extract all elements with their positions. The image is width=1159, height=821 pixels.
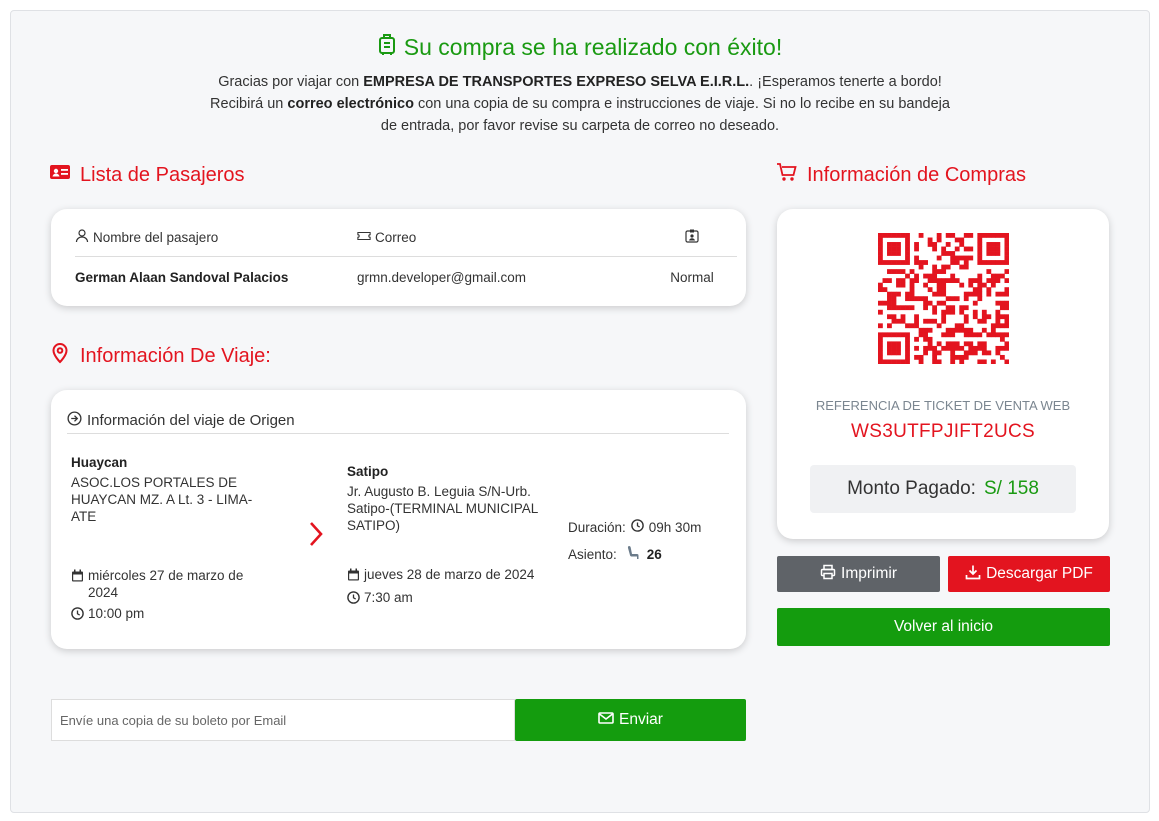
company-name: EMPRESA DE TRANSPORTES EXPRESO SELVA E.I… (363, 74, 750, 90)
calendar-icon (347, 566, 360, 585)
send-email-button[interactable]: Enviar (515, 699, 746, 741)
success-title: Su compra se ha realizado con éxito! (11, 33, 1149, 61)
destination-time: 7:30 am (347, 589, 557, 608)
calendar-icon (71, 567, 84, 586)
destination-date: jueves 28 de marzo de 2024 (347, 566, 557, 585)
qr-code (878, 233, 1009, 364)
amount-value: S/ 158 (983, 478, 1039, 499)
clock-icon (347, 589, 360, 608)
luggage-icon (378, 33, 396, 61)
duration-label: Duración: (568, 519, 626, 535)
passenger-email: grmn.developer@gmail.com (357, 269, 527, 285)
duration-value: 09h 30m (648, 519, 702, 535)
passengers-table: Nombre del pasajero Correo German Alaan … (75, 227, 737, 297)
cart-icon (776, 161, 798, 189)
origin-city: Huaycan (71, 455, 128, 470)
origin-info: Huaycan ASOC.LOS PORTALES DE HUAYCAN MZ.… (71, 454, 271, 624)
col-email-header: Correo (375, 230, 417, 245)
destination-city: Satipo (347, 464, 389, 479)
col-name-header: Nombre del pasajero (93, 230, 219, 245)
print-label: Imprimir (841, 565, 897, 582)
passengers-card: Nombre del pasajero Correo German Alaan … (51, 209, 746, 306)
origin-date: miércoles 27 de marzo de 2024 (71, 567, 271, 601)
envelope-icon (598, 710, 614, 731)
trip-card: Información del viaje de Origen Huaycan … (51, 390, 746, 649)
printer-icon (820, 564, 836, 585)
download-pdf-button[interactable]: Descargar PDF (948, 556, 1110, 592)
purchase-card: REFERENCIA DE TICKET DE VENTA WEB WS3UTF… (777, 209, 1109, 539)
ticket-ref-code: WS3UTFPJIFT2UCS (851, 421, 1035, 442)
clock-icon (71, 605, 84, 624)
chevron-right-icon (307, 520, 325, 553)
table-row: German Alaan Sandoval Palacios grmn.deve… (75, 257, 737, 297)
id-card-icon (49, 161, 71, 189)
purchase-title: Información de Compras (776, 161, 1026, 189)
passengers-title: Lista de Pasajeros (49, 161, 245, 189)
pdf-label: Descargar PDF (986, 565, 1093, 582)
home-label: Volver al inicio (893, 618, 994, 635)
seat-value: 26 (646, 547, 662, 562)
print-button[interactable]: Imprimir (777, 556, 940, 592)
duration-info: Duración: 09h 30m (568, 519, 701, 535)
amount-paid: Monto Pagado: S/ 158 (810, 465, 1076, 513)
passenger-type: Normal (670, 269, 714, 285)
passenger-name: German Alaan Sandoval Palacios (75, 269, 289, 285)
badge-icon (685, 229, 699, 246)
user-icon (75, 229, 89, 246)
email-input[interactable] (51, 699, 515, 741)
seat-info: Asiento: 26 (568, 545, 662, 564)
download-icon (965, 564, 981, 585)
destination-info: Satipo Jr. Augusto B. Leguia S/N-Urb. Sa… (347, 463, 557, 608)
trip-subtitle: Información del viaje de Origen (67, 408, 729, 434)
location-pin-icon (49, 342, 71, 370)
amount-label: Monto Pagado: (847, 478, 976, 499)
success-header: Su compra se ha realizado con éxito! Gra… (11, 33, 1149, 137)
seat-label: Asiento: (568, 547, 617, 562)
trip-title: Información De Viaje: (49, 342, 271, 370)
clock-icon (630, 519, 644, 535)
table-header: Nombre del pasajero Correo (75, 227, 737, 257)
origin-address: ASOC.LOS PORTALES DE HUAYCAN MZ. A Lt. 3… (71, 475, 253, 524)
destination-address: Jr. Augusto B. Leguia S/N-Urb. Satipo-(T… (347, 484, 538, 533)
ticket-ref-label: REFERENCIA DE TICKET DE VENTA WEB (815, 398, 1071, 413)
seat-icon (626, 545, 640, 564)
back-home-button[interactable]: Volver al inicio (777, 608, 1110, 646)
send-label: Enviar (619, 711, 663, 728)
success-message: Gracias por viajar con EMPRESA DE TRANSP… (210, 74, 950, 134)
origin-time: 10:00 pm (71, 605, 271, 624)
ticket-icon (357, 229, 371, 246)
arrow-circle-right-icon (67, 411, 82, 430)
page-container: Su compra se ha realizado con éxito! Gra… (10, 10, 1150, 813)
